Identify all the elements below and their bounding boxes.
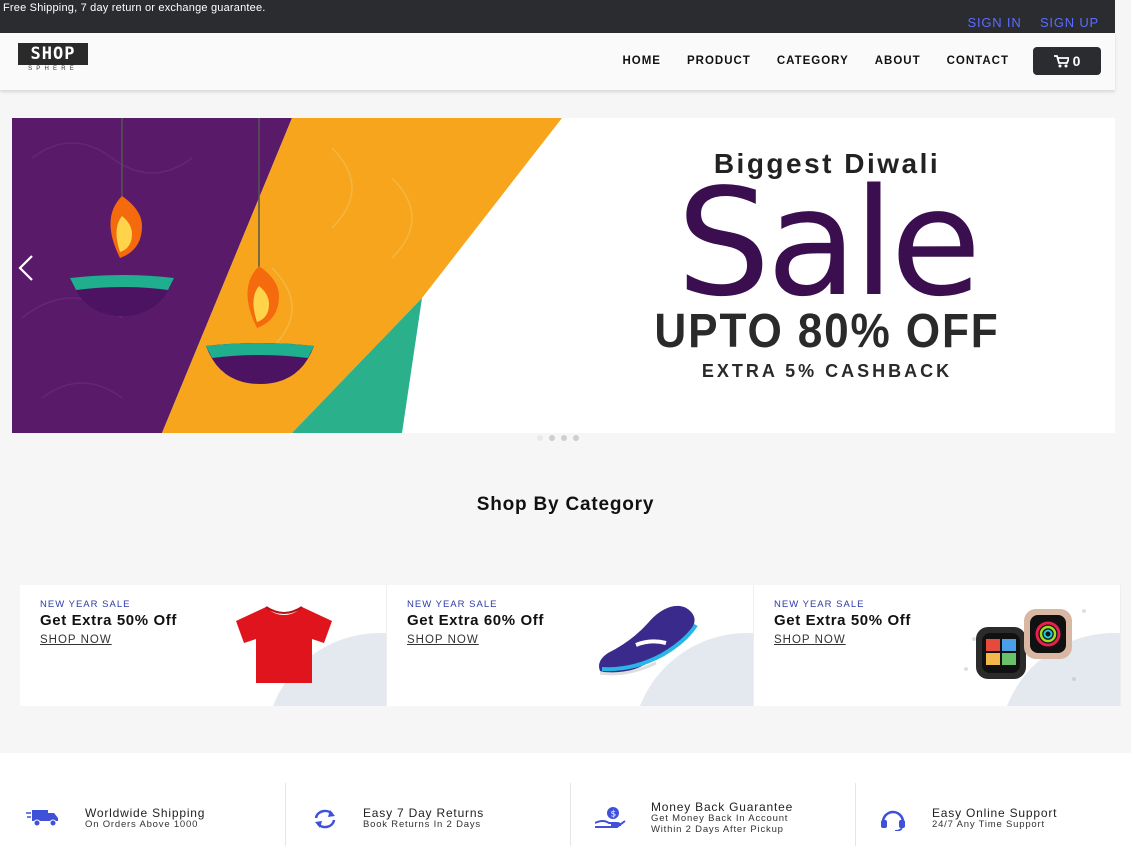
card-tag: NEW YEAR SALE bbox=[774, 599, 865, 610]
shop-now-link[interactable]: SHOP NOW bbox=[40, 634, 112, 646]
card-tag: NEW YEAR SALE bbox=[407, 599, 498, 610]
cart-button[interactable]: 0 bbox=[1033, 47, 1101, 75]
feature-title: Easy 7 Day Returns bbox=[363, 806, 485, 820]
money-hand-icon: $ bbox=[595, 807, 626, 828]
nav-product[interactable]: PRODUCT bbox=[687, 55, 751, 67]
hero-text: Biggest Diwali Sale UPTO 80% OFF EXTRA 5… bbox=[627, 148, 1027, 382]
nav-contact[interactable]: CONTACT bbox=[947, 55, 1009, 67]
logo-main: SHOP bbox=[18, 43, 88, 65]
smartwatch-icon bbox=[964, 609, 1086, 681]
feature-sub: 24/7 Any Time Support bbox=[932, 819, 1045, 830]
carousel-dot[interactable] bbox=[549, 435, 555, 441]
feature-title: Worldwide Shipping bbox=[85, 806, 206, 820]
category-card[interactable]: NEW YEAR SALE Get Extra 50% Off SHOP NOW bbox=[754, 585, 1121, 706]
category-card[interactable]: NEW YEAR SALE Get Extra 50% Off SHOP NOW bbox=[20, 585, 387, 706]
carousel-dot[interactable] bbox=[573, 435, 579, 441]
diya-banner-art bbox=[12, 118, 572, 433]
nav-home[interactable]: HOME bbox=[622, 55, 661, 67]
category-card[interactable]: NEW YEAR SALE Get Extra 60% Off SHOP NOW bbox=[387, 585, 754, 706]
truck-icon bbox=[26, 810, 58, 827]
carousel-indicators bbox=[537, 435, 579, 441]
feature-online-support: Easy Online Support 24/7 Any Time Suppor… bbox=[856, 753, 1131, 846]
carousel-dot[interactable] bbox=[537, 435, 543, 441]
hero-line-2: Sale bbox=[676, 157, 982, 329]
feature-easy-returns: Easy 7 Day Returns Book Returns In 2 Day… bbox=[286, 753, 570, 846]
top-bar: Free Shipping, 7 day return or exchange … bbox=[0, 0, 1115, 33]
feature-title: Easy Online Support bbox=[932, 806, 1058, 820]
feature-sub: On Orders Above 1000 bbox=[85, 819, 199, 830]
carousel-dot[interactable] bbox=[561, 435, 567, 441]
features-bar: Worldwide Shipping On Orders Above 1000 … bbox=[0, 753, 1131, 846]
card-title: Get Extra 50% Off bbox=[774, 612, 911, 629]
shop-now-link[interactable]: SHOP NOW bbox=[407, 634, 479, 646]
logo[interactable]: SHOP SPHERE bbox=[18, 43, 88, 72]
card-title: Get Extra 50% Off bbox=[40, 612, 177, 629]
cart-icon bbox=[1053, 54, 1069, 67]
hero-line-3: UPTO 80% OFF bbox=[654, 305, 1000, 358]
feature-title: Money Back Guarantee bbox=[651, 800, 794, 814]
auth-links: SIGN IN SIGN UP bbox=[954, 15, 1099, 30]
logo-sub: SPHERE bbox=[28, 66, 78, 72]
hero-carousel: Biggest Diwali Sale UPTO 80% OFF EXTRA 5… bbox=[12, 118, 1115, 433]
feature-sub: Within 2 Days After Pickup bbox=[651, 824, 784, 835]
section-title: Shop By Category bbox=[476, 494, 655, 515]
card-title: Get Extra 60% Off bbox=[407, 612, 544, 629]
tshirt-icon bbox=[236, 606, 332, 683]
cart-count: 0 bbox=[1072, 53, 1081, 69]
promo-text: Free Shipping, 7 day return or exchange … bbox=[3, 2, 266, 14]
nav-category[interactable]: CATEGORY bbox=[777, 55, 849, 67]
sign-up-link[interactable]: SIGN UP bbox=[1040, 15, 1099, 30]
sneaker-icon bbox=[599, 605, 698, 676]
hero-line-4: EXTRA 5% CASHBACK bbox=[701, 361, 953, 381]
feature-sub: Get Money Back In Account bbox=[651, 813, 789, 824]
nav-about[interactable]: ABOUT bbox=[875, 55, 921, 67]
sign-in-link[interactable]: SIGN IN bbox=[968, 15, 1022, 30]
category-cards: NEW YEAR SALE Get Extra 50% Off SHOP NOW… bbox=[20, 585, 1121, 706]
feature-worldwide-shipping: Worldwide Shipping On Orders Above 1000 bbox=[0, 753, 285, 846]
shop-now-link[interactable]: SHOP NOW bbox=[774, 634, 846, 646]
main-nav: HOME PRODUCT CATEGORY ABOUT CONTACT bbox=[622, 55, 1009, 67]
refresh-icon bbox=[314, 809, 336, 829]
feature-sub: Book Returns In 2 Days bbox=[363, 819, 481, 830]
feature-money-back: $ Money Back Guarantee Get Money Back In… bbox=[571, 753, 855, 846]
card-tag: NEW YEAR SALE bbox=[40, 599, 131, 610]
site-header: SHOP SPHERE HOME PRODUCT CATEGORY ABOUT … bbox=[0, 33, 1115, 90]
headset-icon bbox=[881, 810, 905, 831]
svg-text:$: $ bbox=[611, 810, 617, 820]
carousel-prev-icon[interactable] bbox=[14, 248, 44, 288]
